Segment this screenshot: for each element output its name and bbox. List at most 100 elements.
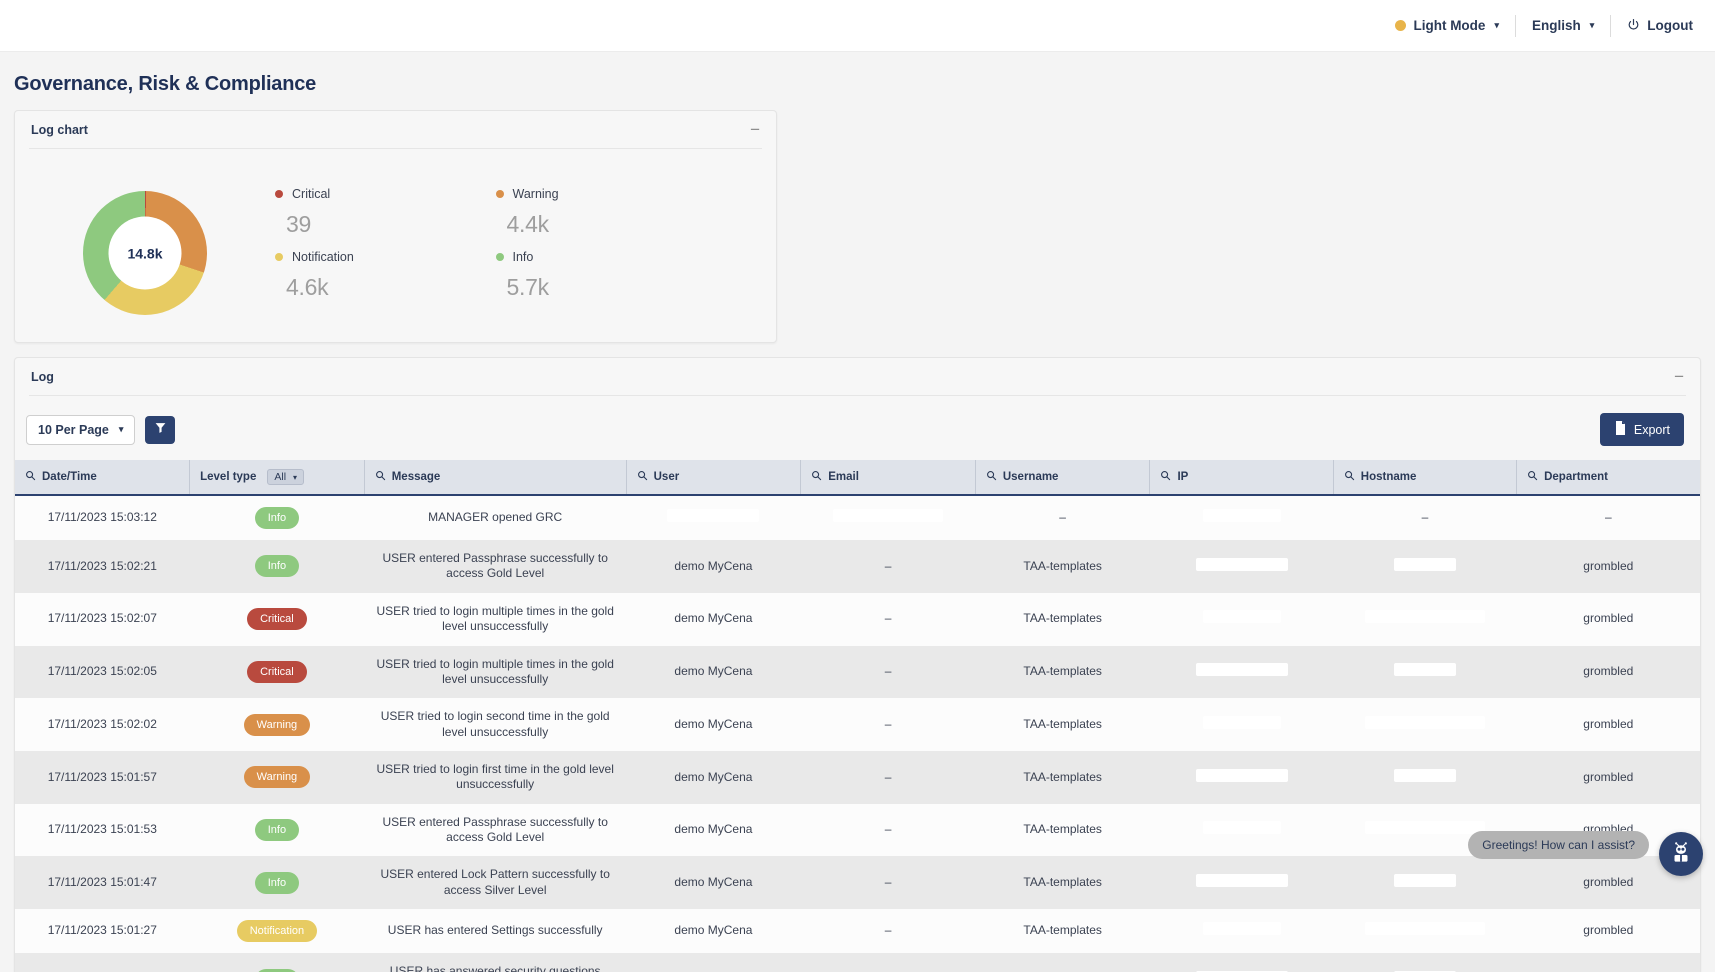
chart-legend: Critical 39 Warning 4.4k Notification 4.6k Inf… — [275, 187, 776, 313]
cell-username: TAA-templates — [1023, 822, 1102, 837]
legend-name: Notification — [292, 250, 354, 264]
cell-message: USER tried to login first time in the go… — [376, 761, 614, 792]
cell-datetime: 17/11/2023 15:02:05 — [47, 664, 157, 679]
table-row[interactable]: 17/11/2023 15:01:53 Info USER entered Pass… — [15, 803, 1700, 857]
theme-switcher[interactable]: Light Mode ▾ — [1379, 14, 1516, 37]
cell-message: USER has answered security questions suc… — [389, 964, 601, 972]
header-inner: Level type All ▾ — [200, 469, 354, 485]
table-row[interactable]: 17/11/2023 15:03:12 Info MANAGER opened GR… — [15, 495, 1700, 541]
log-table-header-row: Date/Time Level type All ▾ Message User Email U… — [15, 460, 1700, 496]
legend-swatch-icon — [275, 190, 283, 198]
log-table-head: Date/Time Level type All ▾ Message User Email U… — [15, 460, 1700, 496]
redacted-value — [1364, 715, 1485, 729]
cell-department: grombled — [1583, 558, 1634, 573]
per-page-select[interactable]: 10 Per Page ▾ — [26, 414, 136, 445]
table-row[interactable]: 17/11/2023 15:01:47 Info USER entered Lock… — [15, 856, 1700, 910]
language-switcher[interactable]: English ▾ — [1516, 14, 1612, 37]
header-inner: Message — [375, 470, 616, 484]
table-row[interactable]: 17/11/2023 15:01:26 Info USER has answered… — [15, 953, 1700, 972]
legend-item-warning: Warning 4.4k — [495, 187, 717, 250]
redacted-value — [1202, 610, 1281, 624]
cell-datetime: 17/11/2023 15:01:53 — [47, 822, 157, 837]
filter-button[interactable] — [145, 415, 176, 444]
cell-datetime: 17/11/2023 15:01:47 — [47, 875, 157, 890]
column-header-message[interactable]: Message — [364, 460, 627, 496]
cell-email: – — [884, 611, 892, 626]
search-icon — [811, 470, 822, 484]
table-row[interactable]: 17/11/2023 15:02:02 Warning USER tried to … — [15, 698, 1700, 751]
legend-swatch-icon — [275, 253, 283, 261]
logout-button[interactable]: Logout — [1611, 15, 1697, 37]
legend-name: Info — [512, 250, 534, 264]
table-row[interactable]: 17/11/2023 15:02:07 Critical USER tried to… — [15, 592, 1700, 646]
cell-email: – — [801, 953, 976, 972]
cell-user: demo MyCena — [674, 875, 753, 890]
status-badge: Warning — [243, 766, 311, 789]
donut-chart: 14.8k — [83, 191, 207, 315]
cell-datetime: 17/11/2023 15:01:57 — [47, 769, 157, 784]
legend-label-row: Info — [495, 250, 717, 264]
level-type-filter[interactable]: All ▾ — [267, 469, 305, 485]
app-root: Light Mode ▾ English ▾ Logout Governance… — [0, 0, 1715, 972]
export-button[interactable]: Export — [1599, 413, 1684, 446]
cell-ip — [1150, 909, 1333, 953]
cell-user: demo MyCena — [674, 558, 753, 573]
column-header-hostname[interactable]: Hostname — [1333, 460, 1518, 496]
redacted-value — [1195, 768, 1288, 782]
chevron-down-icon: ▾ — [1494, 20, 1499, 30]
cell-email: – — [884, 769, 892, 784]
page-title: Governance, Risk & Compliance — [14, 73, 317, 95]
redacted-value — [1364, 610, 1485, 624]
cell-department: grombled — [1583, 769, 1634, 784]
table-row[interactable]: 17/11/2023 15:02:05 Critical USER tried to… — [15, 645, 1700, 699]
status-badge: Info — [254, 871, 300, 894]
status-badge: Critical — [247, 660, 307, 683]
cell-level: Warning — [190, 698, 365, 751]
header-inner: Department — [1527, 470, 1690, 484]
cell-username: TAA-templates — [1023, 611, 1102, 626]
table-row[interactable]: 17/11/2023 15:02:21 Info USER entered Pass… — [15, 540, 1700, 593]
column-header-email[interactable]: Email — [800, 460, 976, 496]
column-header-date-time[interactable]: Date/Time — [15, 460, 191, 496]
export-label: Export — [1633, 422, 1670, 437]
redacted-value — [667, 509, 760, 523]
cell-username: TAA-templates — [975, 953, 1150, 972]
column-header-user[interactable]: User — [626, 460, 802, 496]
status-badge: Warning — [243, 713, 311, 736]
cell-level: Critical — [190, 593, 365, 646]
column-header-department[interactable]: Department — [1516, 460, 1700, 496]
cell-department: grombled — [1517, 953, 1700, 972]
cell-datetime: 17/11/2023 15:02:21 — [47, 558, 157, 573]
collapse-chart-button[interactable]: − — [750, 121, 760, 138]
chat-greeting-bubble: Greetings! How can I assist? — [1468, 831, 1649, 859]
column-header-level-type[interactable]: Level type All ▾ — [189, 460, 365, 496]
cell-department: grombled — [1583, 923, 1634, 938]
cell-ip — [1150, 495, 1333, 540]
status-badge: Info — [254, 507, 300, 530]
table-row[interactable]: 17/11/2023 15:01:57 Warning USER tried to … — [15, 750, 1700, 804]
column-header-username[interactable]: Username — [975, 460, 1151, 496]
cell-department: grombled — [1583, 716, 1634, 731]
column-header-ip[interactable]: IP — [1149, 460, 1334, 496]
collapse-log-button[interactable]: − — [1674, 368, 1684, 385]
table-row[interactable]: 17/11/2023 15:01:27 Notification USER has … — [15, 909, 1700, 954]
chat-assistant-button[interactable] — [1659, 832, 1703, 876]
cell-message: USER has entered Settings successfully — [387, 923, 603, 938]
legend-item-info: Info 5.7k — [495, 250, 717, 313]
cell-user: demo MyCena — [674, 664, 753, 679]
log-table-title: Log — [31, 370, 54, 384]
status-badge: Info — [254, 818, 300, 842]
header-inner: Hostname — [1344, 470, 1506, 484]
cell-level: Critical — [190, 646, 365, 699]
cell-department: grombled — [1583, 664, 1634, 679]
cell-email — [801, 495, 976, 540]
legend-value: 39 — [286, 211, 311, 237]
search-icon — [25, 470, 36, 484]
legend-item-critical: Critical 39 — [275, 187, 496, 250]
cell-hostname: – — [1421, 510, 1429, 525]
cell-ip — [1150, 856, 1333, 909]
cell-ip — [1150, 751, 1333, 804]
log-toolbar: 10 Per Page ▾ Export — [15, 396, 1700, 460]
cell-user: demo MyCena — [626, 953, 801, 972]
log-chart-card: Log chart − 14.8k Critical 39 Warning 4.4k N… — [14, 110, 777, 343]
